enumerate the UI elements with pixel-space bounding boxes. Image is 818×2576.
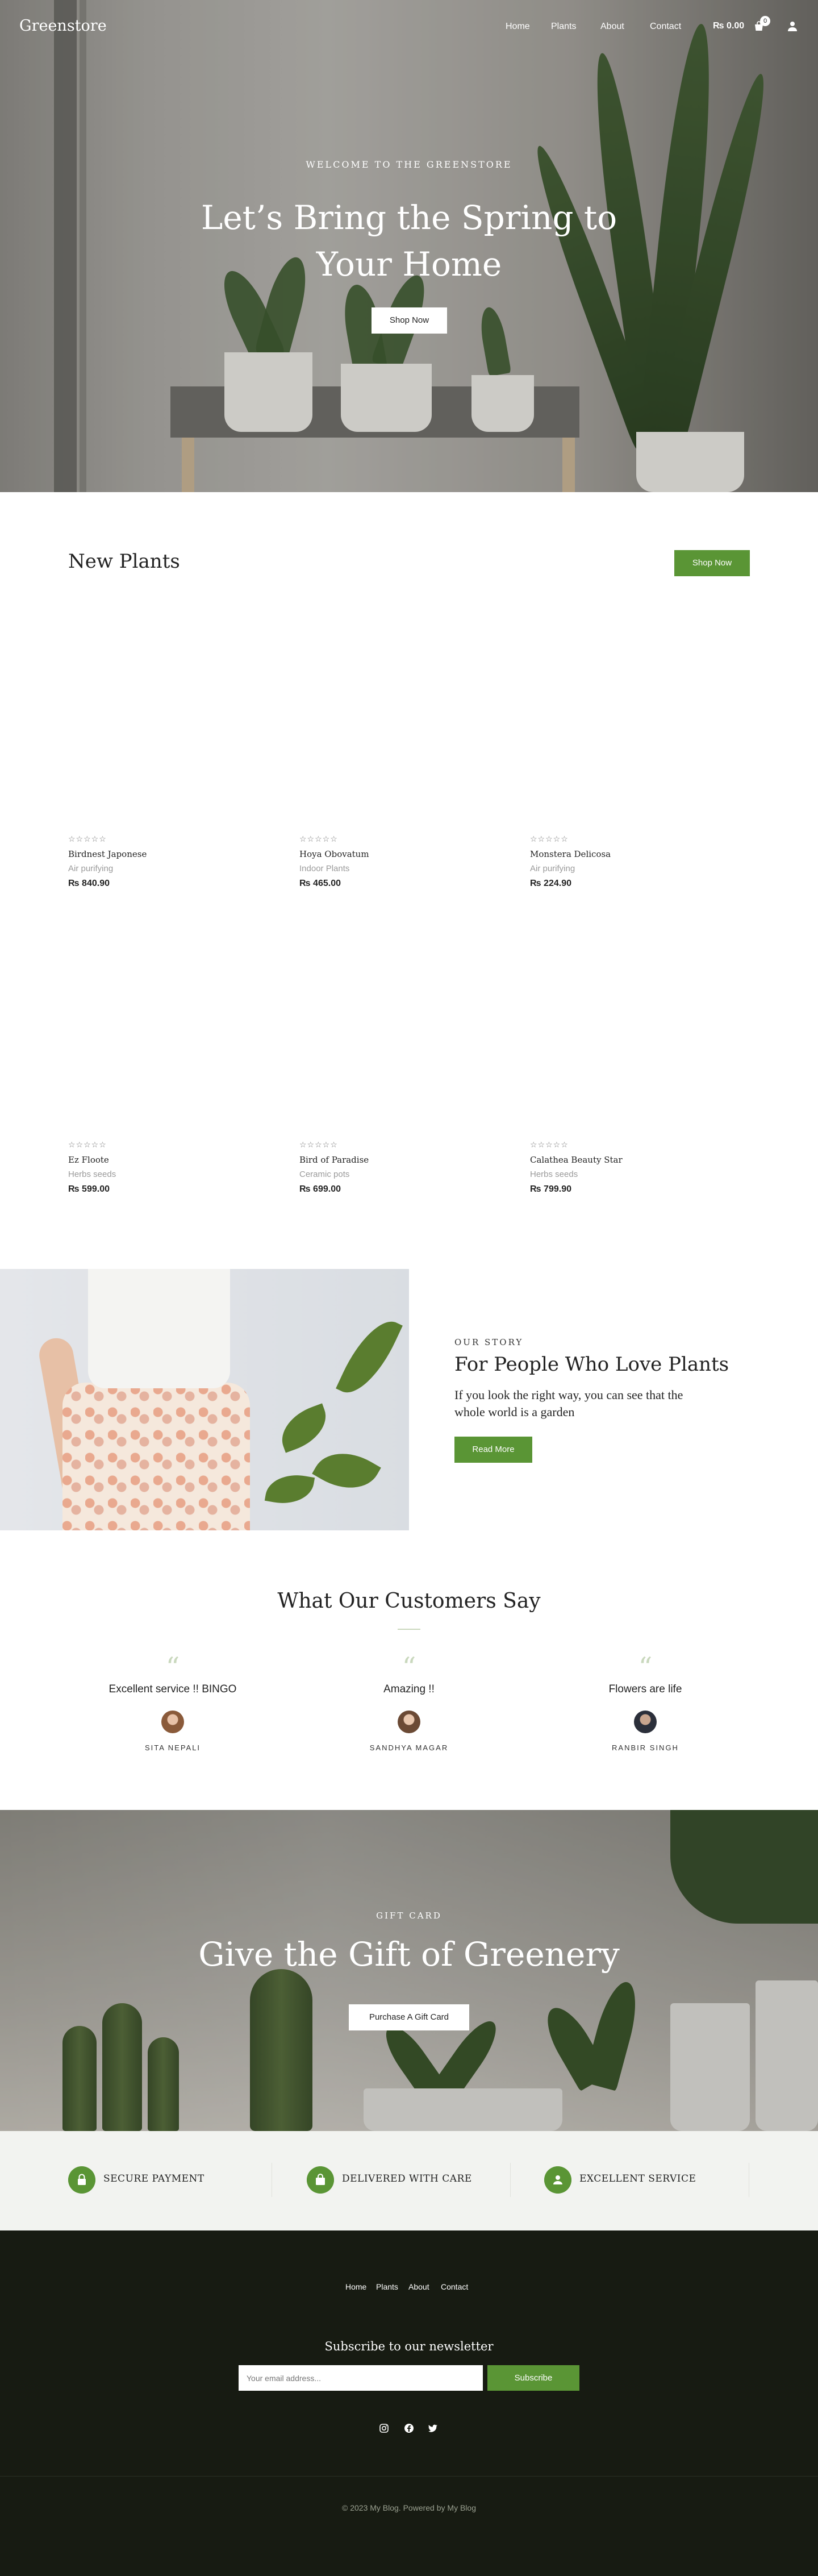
rating-stars: ☆☆☆☆☆ — [68, 1140, 107, 1149]
story-top — [88, 1269, 230, 1388]
story-plant-leaf — [274, 1403, 334, 1453]
product-price: ₨ 599.00 — [68, 1184, 110, 1194]
product-price: ₨ 465.00 — [299, 879, 341, 888]
story-eyebrow: OUR STORY — [454, 1337, 524, 1347]
product-name[interactable]: Ez Floote — [68, 1155, 109, 1165]
nav-link-home[interactable]: Home — [506, 22, 530, 32]
nav-link-contact[interactable]: Contact — [650, 22, 681, 32]
subscribe-button[interactable]: Subscribe — [487, 2365, 579, 2391]
hero-eyebrow: WELCOME TO THE GREENSTORE — [306, 159, 512, 170]
rating-stars: ☆☆☆☆☆ — [299, 834, 338, 843]
twitter-icon[interactable] — [427, 2423, 439, 2434]
rating-stars: ☆☆☆☆☆ — [299, 1140, 338, 1149]
feature-label: SECURE PAYMENT — [103, 2173, 204, 2184]
nav-link-plants[interactable]: Plants — [551, 22, 576, 32]
cart-count-badge: 0 — [760, 16, 770, 26]
story-text: If you look the right way, you can see t… — [454, 1388, 683, 1419]
feature-label: EXCELLENT SERVICE — [579, 2173, 696, 2184]
quote-icon: “ — [638, 1651, 653, 1683]
testimonial-text: Excellent service !! BINGO — [108, 1683, 237, 1695]
product-price: ₨ 699.00 — [299, 1184, 341, 1194]
testimonial-card: “ Amazing !! SANDHYA MAGAR — [301, 1651, 517, 1752]
product-category[interactable]: Indoor Plants — [299, 864, 349, 873]
product-name[interactable]: Monstera Delicosa — [530, 849, 611, 859]
footer-link-contact[interactable]: Contact — [441, 2282, 468, 2291]
product-name[interactable]: Birdnest Japonese — [68, 849, 147, 859]
nav-link-about[interactable]: About — [600, 22, 624, 32]
product-category[interactable]: Air purifying — [68, 864, 113, 873]
support-icon — [544, 2166, 571, 2194]
rating-stars: ☆☆☆☆☆ — [530, 1140, 569, 1149]
product-category[interactable]: Ceramic pots — [299, 1170, 349, 1179]
new-plants-shop-now-button[interactable]: Shop Now — [674, 550, 750, 576]
footer-divider — [0, 2476, 818, 2477]
testimonial-text: Flowers are life — [608, 1683, 682, 1695]
story-plant-leaf — [336, 1311, 403, 1403]
newsletter-email-input[interactable] — [239, 2365, 483, 2391]
testimonials-divider — [398, 1629, 420, 1630]
new-plants-title: New Plants — [68, 550, 180, 573]
quote-icon: “ — [165, 1651, 180, 1683]
rating-stars: ☆☆☆☆☆ — [68, 834, 107, 843]
footer-link-plants[interactable]: Plants — [376, 2282, 398, 2291]
testimonial-card: “ Flowers are life RANBIR SINGH — [537, 1651, 753, 1752]
read-more-button[interactable]: Read More — [454, 1437, 532, 1463]
instagram-icon[interactable] — [378, 2423, 390, 2434]
product-image[interactable] — [530, 606, 700, 810]
cart-total[interactable]: ₨ 0.00 — [713, 21, 744, 31]
hero-shop-now-button[interactable]: Shop Now — [372, 307, 447, 334]
product-price: ₨ 799.90 — [530, 1184, 571, 1194]
footer-link-home[interactable]: Home — [345, 2282, 366, 2291]
copyright-text: © 2023 My Blog. Powered by My Blog — [342, 2503, 476, 2512]
avatar — [634, 1711, 657, 1733]
testimonial-author: SANDHYA MAGAR — [369, 1743, 449, 1752]
product-name[interactable]: Bird of Paradise — [299, 1155, 369, 1165]
story-image — [0, 1269, 409, 1530]
product-category[interactable]: Herbs seeds — [68, 1170, 116, 1179]
bag-icon — [307, 2166, 334, 2194]
avatar — [161, 1711, 184, 1733]
testimonial-card: “ Excellent service !! BINGO SITA NEPALI — [65, 1651, 281, 1752]
product-image[interactable] — [530, 912, 700, 1116]
product-image[interactable] — [68, 606, 239, 810]
newsletter-title: Subscribe to our newsletter — [324, 2340, 494, 2353]
product-name[interactable]: Hoya Obovatum — [299, 849, 369, 859]
site-header: Greenstore Home Plants About Contact ₨ 0… — [0, 0, 818, 55]
product-name[interactable]: Calathea Beauty Star — [530, 1155, 623, 1165]
footer-link-about[interactable]: About — [408, 2282, 429, 2291]
feature-divider — [510, 2163, 511, 2197]
user-icon[interactable] — [787, 20, 798, 32]
quote-icon: “ — [402, 1651, 416, 1683]
testimonials-title: What Our Customers Say — [277, 1589, 541, 1613]
testimonial-text: Amazing !! — [383, 1683, 435, 1695]
product-price: ₨ 224.90 — [530, 879, 571, 888]
hero-title: Let’s Bring the Spring to Your Home — [201, 198, 617, 284]
gift-title: Give the Gift of Greenery — [198, 1935, 620, 1974]
story-title: For People Who Love Plants — [454, 1353, 729, 1376]
lock-icon — [68, 2166, 95, 2194]
site-logo[interactable]: Greenstore — [19, 17, 107, 35]
product-category[interactable]: Air purifying — [530, 864, 575, 873]
product-image[interactable] — [68, 912, 239, 1116]
facebook-icon[interactable] — [403, 2423, 415, 2434]
testimonial-author: SITA NEPALI — [144, 1743, 201, 1752]
testimonial-author: RANBIR SINGH — [612, 1743, 679, 1752]
product-image[interactable] — [299, 912, 470, 1116]
rating-stars: ☆☆☆☆☆ — [530, 834, 569, 843]
purchase-gift-card-button[interactable]: Purchase A Gift Card — [349, 2004, 469, 2030]
product-image[interactable] — [299, 606, 470, 810]
story-plant-leaf — [264, 1470, 315, 1509]
feature-label: DELIVERED WITH CARE — [342, 2173, 472, 2184]
product-category[interactable]: Herbs seeds — [530, 1170, 578, 1179]
product-price: ₨ 840.90 — [68, 879, 110, 888]
gift-eyebrow: GIFT CARD — [376, 1911, 442, 1921]
story-skirt — [62, 1383, 250, 1530]
story-plant-leaf — [312, 1439, 381, 1503]
avatar — [398, 1711, 420, 1733]
